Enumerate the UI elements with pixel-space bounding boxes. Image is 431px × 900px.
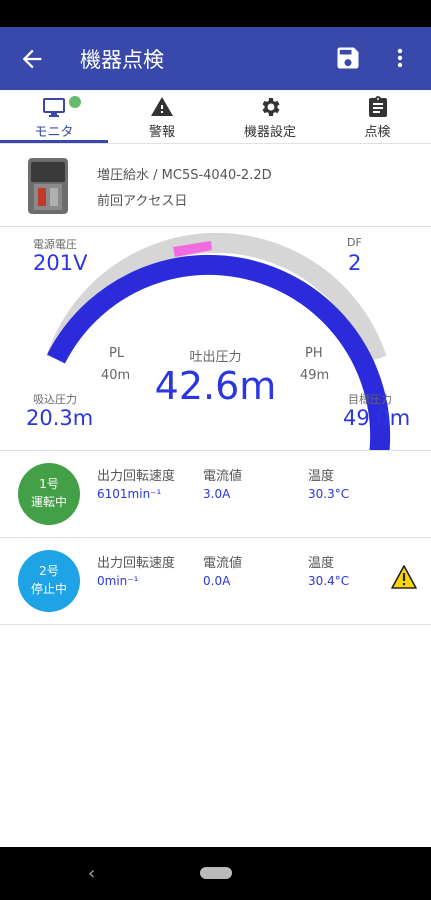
clipboard-icon <box>368 96 387 117</box>
tab-monitor[interactable]: モニタ <box>0 90 108 143</box>
supply-voltage-value: 201V <box>33 251 88 275</box>
nav-home-pill[interactable] <box>200 867 232 879</box>
warning-icon[interactable] <box>391 565 417 589</box>
tab-inspection[interactable]: 点検 <box>324 90 431 143</box>
device-info[interactable]: 増圧給水 / MC5S-4040-2.2D 前回アクセス日 <box>0 144 431 227</box>
app-bar: 機器点検 <box>0 27 431 90</box>
monitor-icon <box>43 98 65 117</box>
current-label: 電流値 <box>203 469 243 484</box>
gear-icon <box>262 98 280 116</box>
suction-pressure-value: 20.3m <box>26 406 94 430</box>
tab-bar: モニタ 警報 機器設定 点検 <box>0 90 431 144</box>
pump-row[interactable]: 2号 停止中 出力回転速度 0min⁻¹ 電流値 0.0A 温度 30.4°C <box>0 538 431 625</box>
last-access-label: 前回アクセス日 <box>97 194 188 209</box>
temperature-label: 温度 <box>308 469 335 484</box>
df-label: DF <box>347 236 362 249</box>
arrow-left-icon[interactable] <box>18 45 46 73</box>
pressure-gauge-panel: 電源電圧 201V DF 2 PL 40m PH 49m 吐出圧力 42.6m … <box>0 226 431 451</box>
tab-label: 点検 <box>364 125 391 140</box>
device-image <box>28 158 68 214</box>
current-value: 0.0A <box>203 574 231 588</box>
target-pressure-label: 目標圧力 <box>348 393 392 406</box>
pump-number: 1号 <box>39 477 59 491</box>
pump-status: 運転中 <box>30 495 67 509</box>
pump-row[interactable]: 1号 運転中 出力回転速度 6101min⁻¹ 電流値 3.0A 温度 30.3… <box>0 451 431 538</box>
current-label: 電流値 <box>203 556 243 571</box>
page-title: 機器点検 <box>80 48 164 72</box>
speed-label: 出力回転速度 <box>97 469 176 484</box>
active-tab-indicator <box>0 140 108 143</box>
device-name: 増圧給水 / MC5S-4040-2.2D <box>97 168 272 183</box>
more-vert-icon[interactable] <box>388 44 412 72</box>
tab-label: モニタ <box>34 125 74 140</box>
tab-label: 機器設定 <box>243 125 296 140</box>
target-pressure-value: 49.0m <box>343 406 411 430</box>
pump-status: 停止中 <box>30 582 67 596</box>
status-bar <box>0 0 431 27</box>
warning-icon <box>151 97 173 116</box>
nav-back-icon[interactable]: ‹ <box>88 863 95 884</box>
pump-number: 2号 <box>39 564 59 578</box>
temperature-value: 30.4°C <box>308 574 350 588</box>
system-nav-bar: ‹ <box>0 847 431 900</box>
tab-alarm[interactable]: 警報 <box>108 90 216 143</box>
speed-label: 出力回転速度 <box>97 556 176 571</box>
save-icon[interactable] <box>334 44 362 72</box>
df-value: 2 <box>348 251 362 275</box>
suction-pressure-label: 吸込圧力 <box>33 393 77 406</box>
online-status-dot <box>69 96 81 108</box>
tab-label: 警報 <box>148 125 175 140</box>
temperature-label: 温度 <box>308 556 335 571</box>
speed-value: 0min⁻¹ <box>97 574 139 588</box>
temperature-value: 30.3°C <box>308 487 350 501</box>
supply-voltage-label: 電源電圧 <box>33 238 77 251</box>
current-value: 3.0A <box>203 487 231 501</box>
pump-status-badge: 1号 運転中 <box>18 463 80 525</box>
tab-device-settings[interactable]: 機器設定 <box>216 90 324 143</box>
pump-status-badge: 2号 停止中 <box>18 550 80 612</box>
discharge-pressure-label: 吐出圧力 <box>189 350 242 365</box>
speed-value: 6101min⁻¹ <box>97 487 162 501</box>
